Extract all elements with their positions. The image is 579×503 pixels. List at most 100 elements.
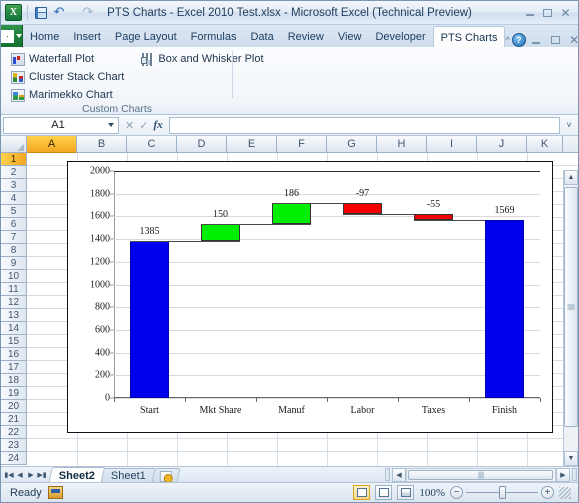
column-header-c[interactable]: C bbox=[127, 136, 177, 153]
normal-view-button[interactable] bbox=[353, 485, 371, 500]
redo-dropdown[interactable] bbox=[98, 5, 107, 21]
tab-pts-charts[interactable]: PTS Charts bbox=[432, 26, 506, 48]
row-header-9[interactable]: 9 bbox=[1, 257, 27, 270]
formula-input[interactable] bbox=[168, 116, 560, 134]
next-sheet-button[interactable]: ▶ bbox=[26, 471, 36, 479]
scroll-left-button[interactable]: ◀ bbox=[392, 467, 406, 482]
row-header-21[interactable]: 21 bbox=[1, 413, 27, 426]
sheet-tab-sheet2[interactable]: Sheet2 bbox=[48, 466, 106, 482]
insert-function-button[interactable]: fx bbox=[153, 119, 162, 131]
tab-data[interactable]: Data bbox=[243, 26, 280, 47]
doc-minimize-button[interactable] bbox=[528, 33, 545, 47]
zoom-slider-track[interactable] bbox=[466, 486, 538, 499]
row-header-12[interactable]: 12 bbox=[1, 296, 27, 309]
row-header-3[interactable]: 3 bbox=[1, 179, 27, 192]
row-header-15[interactable]: 15 bbox=[1, 335, 27, 348]
row-header-23[interactable]: 23 bbox=[1, 439, 27, 452]
column-header-g[interactable]: G bbox=[327, 136, 377, 153]
column-header-d[interactable]: D bbox=[177, 136, 227, 153]
doc-close-button[interactable]: ✕ bbox=[566, 33, 579, 47]
chart-bar[interactable] bbox=[271, 202, 312, 224]
vertical-scroll-thumb[interactable] bbox=[564, 187, 578, 427]
sheet-tab-sheet1[interactable]: Sheet1 bbox=[100, 467, 157, 482]
chart-bar[interactable] bbox=[200, 223, 241, 241]
record-macro-icon[interactable] bbox=[47, 486, 63, 499]
insert-worksheet-button[interactable] bbox=[151, 467, 181, 482]
column-header-b[interactable]: B bbox=[77, 136, 127, 153]
chevron-down-icon[interactable] bbox=[108, 123, 114, 127]
undo-dropdown[interactable] bbox=[69, 5, 78, 21]
file-tab[interactable] bbox=[1, 25, 23, 47]
chart-bar[interactable] bbox=[484, 219, 525, 398]
close-button[interactable]: ✕ bbox=[557, 6, 574, 20]
expand-formula-bar-button[interactable]: ˅ bbox=[562, 120, 576, 130]
last-sheet-button[interactable]: ▶▮ bbox=[37, 471, 47, 479]
row-header-11[interactable]: 11 bbox=[1, 283, 27, 296]
tab-split-handle[interactable] bbox=[385, 468, 390, 481]
prev-sheet-button[interactable]: ◀ bbox=[15, 471, 25, 479]
tab-review[interactable]: Review bbox=[281, 26, 331, 47]
row-header-20[interactable]: 20 bbox=[1, 400, 27, 413]
cells-region[interactable]: 0 200 400 600 800 1000 1200 1400 1600 1800 2000 Sta… bbox=[27, 153, 578, 466]
chart-bar[interactable] bbox=[129, 240, 170, 398]
row-header-2[interactable]: 2 bbox=[1, 166, 27, 179]
customize-qat-button[interactable] bbox=[109, 5, 118, 21]
row-header-5[interactable]: 5 bbox=[1, 205, 27, 218]
row-header-8[interactable]: 8 bbox=[1, 244, 27, 257]
excel-logo-icon[interactable] bbox=[5, 4, 22, 21]
row-header-14[interactable]: 14 bbox=[1, 322, 27, 335]
doc-restore-button[interactable] bbox=[547, 33, 564, 47]
row-header-4[interactable]: 4 bbox=[1, 192, 27, 205]
select-all-button[interactable] bbox=[1, 136, 27, 153]
marimekko-chart-button[interactable]: Marimekko Chart bbox=[7, 87, 128, 103]
cancel-formula-button[interactable]: ✕ bbox=[125, 119, 134, 132]
minimize-button[interactable] bbox=[521, 6, 538, 20]
undo-button[interactable]: ↶ bbox=[51, 5, 67, 21]
page-break-preview-button[interactable] bbox=[397, 485, 415, 500]
column-header-a[interactable]: A bbox=[27, 136, 77, 153]
tab-developer[interactable]: Developer bbox=[368, 26, 432, 47]
redo-button[interactable]: ↷ bbox=[80, 5, 96, 21]
row-header-22[interactable]: 22 bbox=[1, 426, 27, 439]
chart-bar[interactable] bbox=[342, 202, 383, 214]
row-header-6[interactable]: 6 bbox=[1, 218, 27, 231]
column-header-f[interactable]: F bbox=[277, 136, 327, 153]
waterfall-chart[interactable]: 0 200 400 600 800 1000 1200 1400 1600 1800 2000 Sta… bbox=[67, 161, 553, 433]
horizontal-scroll-thumb[interactable] bbox=[408, 469, 553, 480]
zoom-slider-thumb[interactable] bbox=[499, 486, 506, 499]
column-header-k[interactable]: K bbox=[527, 136, 563, 153]
tab-view[interactable]: View bbox=[331, 26, 369, 47]
row-header-1[interactable]: 1 bbox=[1, 153, 27, 166]
box-and-whisker-plot-button[interactable]: Box and Whisker Plot bbox=[136, 51, 267, 67]
name-box[interactable]: A1 bbox=[3, 116, 119, 134]
row-header-10[interactable]: 10 bbox=[1, 270, 27, 283]
tab-formulas[interactable]: Formulas bbox=[184, 26, 244, 47]
row-header-16[interactable]: 16 bbox=[1, 348, 27, 361]
scroll-right-button[interactable]: ▶ bbox=[556, 467, 570, 482]
tab-page-layout[interactable]: Page Layout bbox=[108, 26, 184, 47]
restore-button[interactable] bbox=[539, 6, 556, 20]
help-icon[interactable]: ? bbox=[511, 33, 526, 47]
scroll-down-button[interactable]: ▼ bbox=[564, 451, 578, 466]
row-header-17[interactable]: 17 bbox=[1, 361, 27, 374]
vertical-scroll-track[interactable] bbox=[564, 185, 578, 451]
column-header-i[interactable]: I bbox=[427, 136, 477, 153]
horizontal-scroll-track[interactable] bbox=[406, 467, 556, 482]
scroll-up-button[interactable]: ▲ bbox=[564, 170, 578, 185]
row-header-19[interactable]: 19 bbox=[1, 387, 27, 400]
save-button[interactable] bbox=[33, 5, 49, 21]
collapse-ribbon-button[interactable]: ^ bbox=[505, 35, 509, 45]
tab-home[interactable]: Home bbox=[23, 26, 66, 47]
enter-formula-button[interactable]: ✓ bbox=[139, 119, 148, 132]
zoom-in-button[interactable]: + bbox=[541, 486, 554, 499]
first-sheet-button[interactable]: ▮◀ bbox=[4, 471, 14, 479]
waterfall-plot-button[interactable]: Waterfall Plot bbox=[7, 51, 128, 67]
row-header-18[interactable]: 18 bbox=[1, 374, 27, 387]
column-header-h[interactable]: H bbox=[377, 136, 427, 153]
column-header-j[interactable]: J bbox=[477, 136, 527, 153]
tab-insert[interactable]: Insert bbox=[66, 26, 108, 47]
resize-grip-icon[interactable] bbox=[559, 486, 571, 499]
row-header-13[interactable]: 13 bbox=[1, 309, 27, 322]
zoom-out-button[interactable]: − bbox=[450, 486, 463, 499]
row-header-24[interactable]: 24 bbox=[1, 452, 27, 465]
